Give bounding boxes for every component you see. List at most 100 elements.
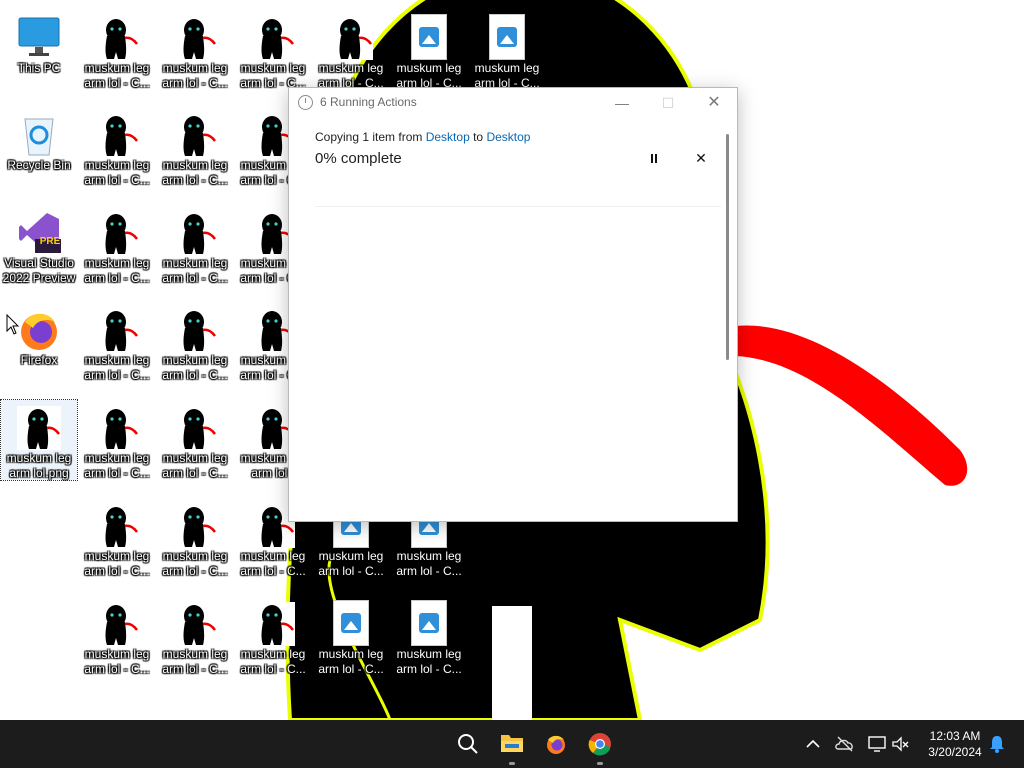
- desktop-icon-label: muskum leg arm lol - C...: [162, 451, 228, 480]
- stick-figure-thumbnail-icon: [95, 308, 139, 352]
- desktop-file-icon[interactable]: muskum leg arm lol - C...: [79, 107, 155, 187]
- stick-figure-thumbnail-icon: [95, 211, 139, 255]
- desktop-file-icon[interactable]: muskum leg arm lol - C...: [391, 10, 467, 90]
- desktop-file-icon[interactable]: muskum leg arm lol.png: [0, 399, 78, 481]
- desktop-icon-label: muskum leg arm lol - C...: [84, 549, 150, 578]
- stick-figure-thumbnail-icon: [251, 16, 295, 60]
- desktop-icon-label: muskum leg arm lol.png: [6, 451, 72, 480]
- desktop-icon-label: muskum leg arm lol - C...: [162, 647, 228, 676]
- clock-icon: [298, 95, 313, 110]
- desktop-icon-label: muskum leg arm lol - C...: [84, 647, 150, 676]
- desktop-icon-label: muskum leg arm lol - C...: [240, 647, 306, 676]
- desktop-icon-recycle-bin[interactable]: Recycle Bin: [1, 107, 77, 187]
- clock-date: 3/20/2024: [928, 745, 982, 759]
- desktop-file-icon[interactable]: muskum leg arm lol - C...: [157, 107, 233, 187]
- recycle-bin-icon: [24, 118, 54, 156]
- source-folder-link[interactable]: Desktop: [426, 130, 470, 144]
- notification-bell-icon[interactable]: [986, 733, 1008, 755]
- copy-middle-text: to: [469, 130, 487, 144]
- onedrive-icon[interactable]: [834, 733, 856, 755]
- desktop-icon-label: Visual Studio 2022 Preview: [2, 256, 76, 285]
- desktop-icon-label: muskum leg arm lol - C...: [396, 549, 462, 578]
- desktop-file-icon[interactable]: muskum leg arm lol - C...: [157, 498, 233, 578]
- desktop-icon-label: This PC: [17, 61, 61, 75]
- desktop-file-icon[interactable]: muskum leg arm lol - C...: [157, 596, 233, 676]
- dialog-titlebar[interactable]: 6 Running Actions — ☐ ✕: [289, 88, 737, 118]
- taskbar-search-button[interactable]: [448, 720, 488, 768]
- desktop-file-icon[interactable]: muskum leg arm lol - C...: [79, 596, 155, 676]
- stick-figure-thumbnail-icon: [329, 16, 373, 60]
- file-explorer-icon: [501, 735, 523, 752]
- running-indicator: [597, 762, 603, 765]
- desktop-icon-this-pc[interactable]: This PC: [1, 10, 77, 90]
- monitor-icon: [18, 17, 60, 56]
- image-file-icon: [411, 600, 447, 646]
- desktop-icon-label: muskum leg arm lol - C...: [240, 549, 306, 578]
- desktop-icon-visual-studio[interactable]: PRE Visual Studio 2022 Preview: [1, 205, 77, 285]
- taskbar-firefox[interactable]: [536, 720, 576, 768]
- maximize-button: ☐: [661, 95, 675, 111]
- desktop-icon-label: muskum leg arm lol - C...: [396, 647, 462, 676]
- clock[interactable]: 12:03 AM 3/20/2024: [920, 728, 990, 760]
- image-file-icon: [489, 14, 525, 60]
- desktop-file-icon[interactable]: muskum leg arm lol - C...: [79, 10, 155, 90]
- desktop-file-icon[interactable]: muskum leg arm lol - C...: [313, 596, 389, 676]
- desktop-file-icon[interactable]: muskum leg arm lol - C...: [79, 205, 155, 285]
- volume-muted-icon[interactable]: [890, 733, 912, 755]
- desktop-icon-label: muskum leg arm lol - C...: [84, 353, 150, 382]
- desktop-icon-label: muskum leg arm lol - C...: [84, 158, 150, 187]
- desktop-icon-label: muskum leg arm lol - C...: [318, 647, 384, 676]
- desktop-icon-label: muskum leg arm lol - C...: [162, 353, 228, 382]
- desktop-icon-label: Recycle Bin: [7, 158, 71, 172]
- desktop-file-icon[interactable]: muskum leg arm lol - C...: [235, 10, 311, 90]
- taskbar: 12:03 AM 3/20/2024: [0, 720, 1024, 768]
- desktop-file-icon[interactable]: muskum leg arm lol - C...: [157, 10, 233, 90]
- desktop-file-icon[interactable]: muskum leg arm lol - C...: [157, 400, 233, 480]
- destination-folder-link[interactable]: Desktop: [486, 130, 530, 144]
- stick-figure-thumbnail-icon: [95, 602, 139, 646]
- desktop-icon-label: muskum leg arm lol - C...: [162, 549, 228, 578]
- taskbar-chrome[interactable]: [580, 720, 620, 768]
- minimize-button[interactable]: —: [599, 88, 645, 118]
- desktop-file-icon[interactable]: muskum leg arm lol - C...: [157, 205, 233, 285]
- dialog-title: 6 Running Actions: [320, 95, 417, 109]
- search-icon: [458, 734, 478, 754]
- divider: [315, 206, 721, 207]
- mouse-cursor-icon: [6, 314, 20, 335]
- desktop-file-icon[interactable]: muskum leg arm lol - C...: [79, 498, 155, 578]
- stick-figure-thumbnail-icon: [95, 504, 139, 548]
- stick-figure-thumbnail-icon: [95, 406, 139, 450]
- desktop-file-icon[interactable]: muskum leg arm lol - C...: [235, 596, 311, 676]
- desktop-file-icon[interactable]: muskum leg arm lol - C...: [391, 596, 467, 676]
- desktop-file-icon[interactable]: muskum leg arm lol - C...: [469, 10, 545, 90]
- chevron-up-icon[interactable]: [802, 733, 824, 755]
- desktop-icon-label: Firefox: [20, 353, 58, 367]
- stick-figure-thumbnail-icon: [173, 406, 217, 450]
- scrollbar-thumb[interactable]: [726, 134, 729, 360]
- desktop-file-icon[interactable]: muskum leg arm lol - C...: [79, 302, 155, 382]
- desktop-file-icon[interactable]: muskum leg arm lol - C...: [313, 10, 389, 90]
- close-button[interactable]: ✕: [691, 88, 737, 118]
- stick-figure-thumbnail-icon: [17, 406, 61, 450]
- desktop-icon-label: muskum leg arm lol - C...: [84, 61, 150, 90]
- stick-figure-thumbnail-icon: [173, 16, 217, 60]
- firefox-icon: [547, 735, 565, 754]
- cancel-copy-button[interactable]: ✕: [692, 148, 710, 168]
- firefox-icon: [21, 313, 57, 350]
- desktop-file-icon[interactable]: muskum leg arm lol - C...: [157, 302, 233, 382]
- desktop-file-icon[interactable]: muskum leg arm lol - C...: [79, 400, 155, 480]
- copy-status-line: Copying 1 item from Desktop to Desktop: [315, 130, 530, 144]
- taskbar-file-explorer[interactable]: [492, 720, 532, 768]
- stick-figure-thumbnail-icon: [95, 113, 139, 157]
- clock-time: 12:03 AM: [929, 729, 981, 743]
- desktop-icon-label: muskum leg arm lol - C...: [162, 61, 228, 90]
- copy-prefix-text: Copying 1 item from: [315, 130, 426, 144]
- pause-button[interactable]: [645, 150, 663, 168]
- desktop-icon-label: muskum leg arm lol - C...: [162, 158, 228, 187]
- stick-figure-thumbnail-icon: [173, 113, 217, 157]
- network-icon[interactable]: [866, 733, 888, 755]
- desktop-icon-label: muskum leg arm lol - C...: [318, 549, 384, 578]
- stick-figure-thumbnail-icon: [173, 504, 217, 548]
- stick-figure-thumbnail-icon: [173, 211, 217, 255]
- image-file-icon: [333, 600, 369, 646]
